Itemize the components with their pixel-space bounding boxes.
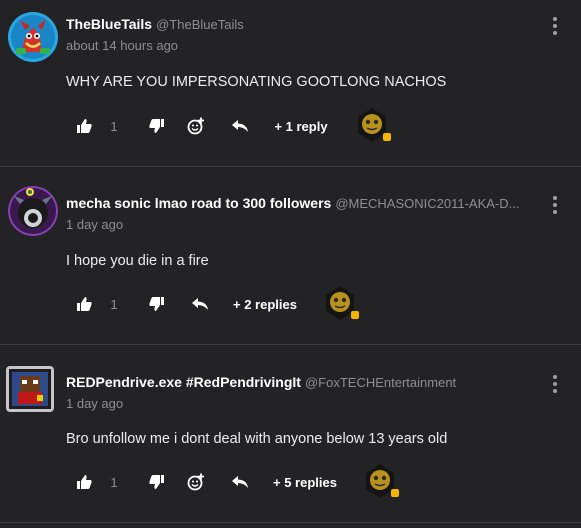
more-vertical-icon[interactable] [552,196,558,216]
author-name[interactable]: TheBlueTails [66,16,152,32]
like-count: 1 [110,118,118,134]
author-handle[interactable]: @TheBlueTails [156,17,244,32]
reply-arrow-icon [232,120,248,132]
thumbs-up-icon [76,119,92,133]
add-reaction-button[interactable] [184,111,208,141]
comment-item: mecha sonic lmao road to 300 followers @M… [0,166,581,345]
add-emoji-icon [187,473,204,491]
dislike-button[interactable] [144,289,168,319]
avatar-image [8,12,58,62]
thumbs-up-icon [76,475,92,489]
reply-button[interactable] [228,111,252,141]
avatar[interactable] [6,366,54,412]
timestamp[interactable]: about 14 hours ago [66,38,178,53]
add-emoji-icon [187,117,204,135]
reply-arrow-icon [192,298,208,310]
avatar[interactable] [8,186,58,236]
more-vertical-icon[interactable] [552,375,558,395]
author-handle[interactable]: @FoxTECHEntertainment [305,375,456,390]
view-replies-button[interactable]: + 5 replies [268,467,342,497]
comment-actions: 1 + 5 replies [68,464,468,498]
author-name[interactable]: mecha sonic lmao road to 300 followers [66,195,331,211]
author-handle[interactable]: @MECHASONIC2011-AKA-D... [335,196,519,211]
dislike-button[interactable] [144,467,168,497]
comment-header: TheBlueTails @TheBlueTails [66,15,244,34]
view-replies-button[interactable]: + 1 reply [266,111,336,141]
avatar-image [6,366,54,412]
reply-button[interactable] [228,467,252,497]
author-name[interactable]: REDPendrive.exe #RedPendrivingIt [66,374,301,390]
avatar[interactable] [8,12,58,62]
avatar-image [8,186,58,236]
dislike-button[interactable] [144,111,168,141]
comment-text: Bro unfollow me i dont deal with anyone … [66,431,448,447]
comment-header: mecha sonic lmao road to 300 followers @M… [66,194,519,213]
like-button[interactable] [72,467,96,497]
like-count: 1 [110,474,118,490]
comment-actions: 1 + 2 replies [68,286,468,320]
like-count: 1 [110,296,118,312]
reply-button[interactable] [188,289,212,319]
reaction-emoji-icon[interactable] [320,283,360,323]
like-button[interactable] [72,111,96,141]
timestamp[interactable]: 1 day ago [66,217,123,232]
reaction-emoji-icon[interactable] [352,105,392,145]
view-replies-button[interactable]: + 2 replies [228,289,302,319]
comment-item: TheBlueTails @TheBlueTails about 14 hours… [0,0,581,167]
timestamp[interactable]: 1 day ago [66,396,123,411]
reply-arrow-icon [232,476,248,488]
thumbs-down-icon [148,475,164,489]
comment-actions: 1 + 1 reply [68,108,468,142]
thumbs-up-icon [76,297,92,311]
reaction-emoji-icon[interactable] [360,461,400,501]
thumbs-down-icon [148,297,164,311]
more-vertical-icon[interactable] [552,17,558,37]
comment-header: REDPendrive.exe #RedPendrivingIt @FoxTECH… [66,373,456,392]
add-reaction-button[interactable] [184,467,208,497]
thumbs-down-icon [148,119,164,133]
like-button[interactable] [72,289,96,319]
comment-text: WHY ARE YOU IMPERSONATING GOOTLONG NACHO… [66,74,447,90]
comment-text: I hope you die in a fire [66,253,209,269]
comment-item: REDPendrive.exe #RedPendrivingIt @FoxTECH… [0,344,581,523]
